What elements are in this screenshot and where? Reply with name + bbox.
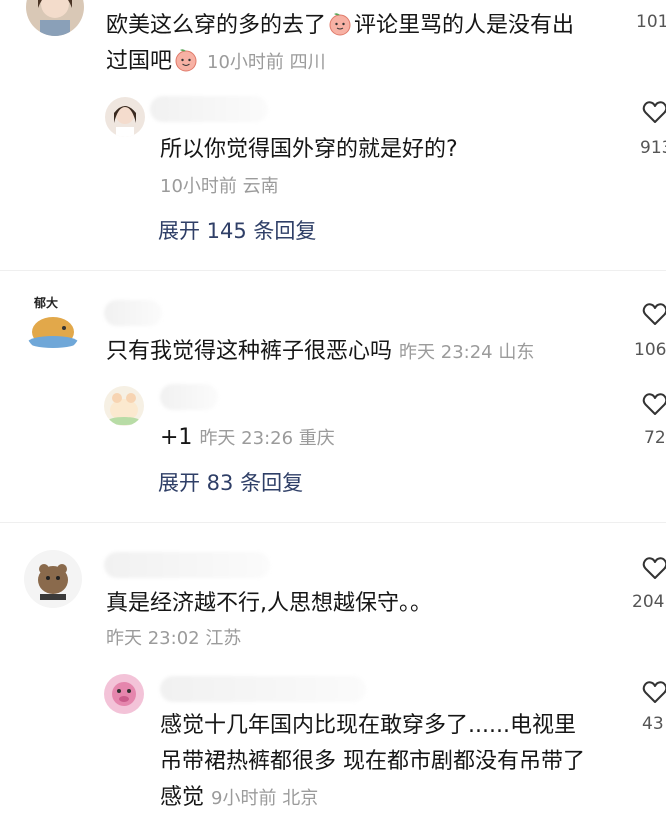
like-count: 204 [632, 592, 665, 612]
like-count: 106 [634, 340, 666, 360]
reply-text-cont: 吊带裙热裤都很多 现在都市剧都没有吊带了 [160, 749, 585, 774]
reply-text: 所以你觉得国外穿的就是好的? [160, 137, 458, 162]
comment-meta: 10小时前 四川 [207, 52, 326, 73]
like-count: 72 [644, 428, 666, 448]
comment-feed: 欧美这么穿的多的去了 评论里骂的人是没有出 过国吧 10小时前 四川 101 91… [0, 0, 666, 817]
like-count: 101 [636, 12, 666, 32]
peach-face-emoji-icon [174, 48, 198, 72]
reply-text: +1 昨天 23:26 重庆 [160, 425, 335, 450]
like-button[interactable] [637, 100, 666, 124]
reply-text: 感觉十几年国内比现在敢穿多了......电视里 [160, 713, 576, 738]
comment-text: 只有我觉得这种裤子很恶心吗 昨天 23:24 山东 [106, 339, 535, 364]
divider [0, 522, 666, 523]
heart-outline-icon [642, 681, 666, 703]
user-avatar[interactable] [26, 0, 84, 36]
like-button[interactable] [637, 392, 666, 416]
avatar-label: 郁大 [34, 296, 59, 310]
comment-text: 欧美这么穿的多的去了 评论里骂的人是没有出 [106, 12, 575, 38]
like-button[interactable] [637, 556, 666, 580]
heart-outline-icon [642, 101, 666, 123]
comment-meta: 昨天 23:02 江苏 [106, 628, 242, 649]
reply-username-blurred [160, 384, 218, 410]
heart-outline-icon [642, 303, 666, 325]
like-count: 43 [642, 714, 664, 734]
reply-meta: 9小时前 北京 [211, 788, 319, 809]
divider [0, 270, 666, 271]
reply-username-blurred [150, 96, 268, 122]
like-count: 913 [640, 138, 666, 158]
reply-meta: 昨天 23:26 重庆 [199, 428, 335, 449]
reply-meta: 10小时前 云南 [160, 176, 279, 197]
user-avatar[interactable] [24, 550, 82, 608]
username-blurred [104, 552, 270, 578]
expand-replies-button[interactable]: 展开 145 条回复 [158, 216, 316, 246]
reply-avatar[interactable] [104, 386, 144, 426]
comment-meta: 昨天 23:24 山东 [399, 342, 535, 363]
username-blurred [104, 300, 162, 326]
heart-outline-icon [642, 393, 666, 415]
heart-outline-icon [642, 557, 666, 579]
reply-username-blurred [160, 676, 366, 702]
reply-avatar[interactable] [105, 97, 145, 137]
peach-face-emoji-icon [328, 12, 352, 36]
like-button[interactable] [637, 680, 666, 704]
like-button[interactable] [637, 302, 666, 326]
expand-replies-button[interactable]: 展开 83 条回复 [158, 468, 303, 498]
comment-text-cont: 过国吧 10小时前 四川 [106, 48, 326, 74]
reply-text-cont: 感觉 9小时前 北京 [160, 785, 319, 810]
reply-avatar[interactable] [104, 674, 144, 714]
comment-text: 真是经济越不行,人思想越保守。。 [106, 591, 432, 616]
